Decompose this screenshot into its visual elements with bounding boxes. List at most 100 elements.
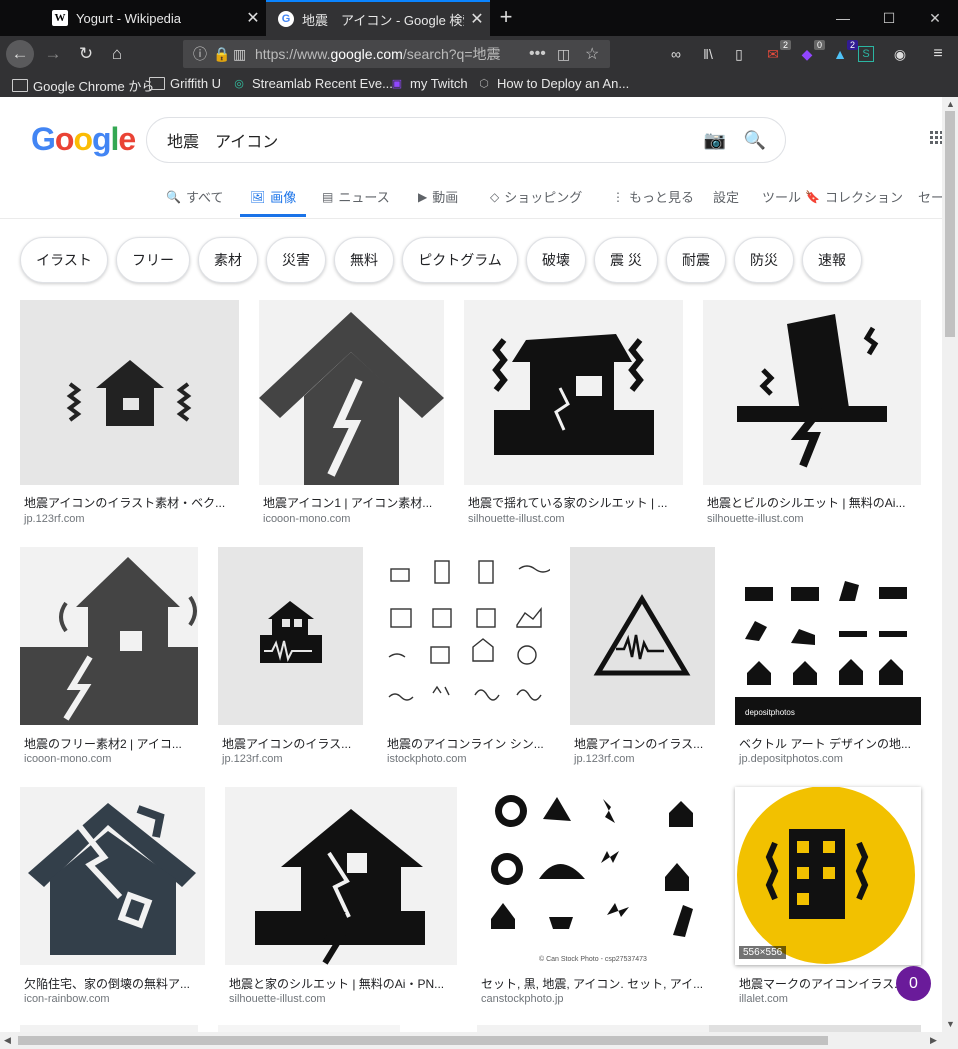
forward-icon[interactable]: →	[39, 40, 67, 68]
vertical-scrollbar[interactable]: ▲ ▼	[942, 97, 958, 1032]
search-icon[interactable]: 🔍	[743, 130, 767, 151]
house-crack-icon[interactable]	[20, 547, 198, 725]
tab-more[interactable]: ⋮ もっと見る	[612, 187, 694, 206]
chip-breaking-news[interactable]: 速報	[802, 237, 862, 283]
collections-link[interactable]: 🔖 コレクション	[805, 187, 903, 206]
chip-illust[interactable]: イラスト	[20, 237, 108, 283]
result-title[interactable]: 地震アイコン1 | アイコン素材...	[263, 494, 443, 511]
warning-triangle-icon[interactable]	[570, 547, 715, 725]
next-row-thumbnail[interactable]	[218, 1025, 400, 1032]
maximize-icon[interactable]: ☐	[866, 0, 912, 36]
apps-grid-icon[interactable]	[930, 131, 942, 147]
bookmark-folder-griffith[interactable]: Griffith U	[149, 76, 221, 91]
disaster-icons-grid[interactable]: depositphotos	[735, 547, 921, 725]
mail-extension-icon[interactable]: ✉ 2	[763, 40, 791, 64]
result-title[interactable]: 地震アイコンのイラス...	[222, 735, 362, 752]
url-text[interactable]: https://www.google.com/search?q=地震	[255, 44, 515, 64]
info-icon[interactable]: ⓘ	[193, 40, 207, 68]
bookmark-star-icon[interactable]: ☆	[585, 40, 599, 68]
account-icon[interactable]: ◉	[890, 44, 910, 64]
chip-pictogram[interactable]: ピクトグラム	[402, 237, 518, 283]
chip-quake-resistant[interactable]: 耐震	[666, 237, 726, 283]
bookmark-folder-chrome[interactable]: Google Chrome から	[12, 76, 154, 95]
result-title[interactable]: 地震のアイコンライン シン...	[387, 735, 549, 752]
close-window-icon[interactable]: ✕	[912, 0, 958, 36]
chip-disaster[interactable]: 災害	[266, 237, 326, 283]
scrollbar-thumb[interactable]	[945, 111, 955, 337]
tab-news[interactable]: ▤ ニュース	[322, 187, 390, 206]
tools-link[interactable]: ツール	[762, 187, 801, 206]
sidebar-icon[interactable]: ▯	[729, 44, 749, 64]
new-tab-icon[interactable]: +	[494, 6, 518, 30]
chip-free[interactable]: フリー	[116, 237, 190, 283]
private-mask-icon[interactable]: ∞	[666, 44, 686, 64]
result-title[interactable]: 欠陥住宅、家の倒壊の無料ア...	[24, 975, 204, 992]
tab-wikipedia[interactable]: W Yogurt - Wikipedia ✕	[40, 0, 266, 36]
close-tab-icon[interactable]: ✕	[464, 9, 490, 29]
chip-disaster-prevention[interactable]: 防災	[734, 237, 794, 283]
camera-icon[interactable]: 📷	[703, 130, 727, 151]
result-title[interactable]: 地震アイコンのイラス...	[574, 735, 714, 752]
result-title[interactable]: 地震で揺れている家のシルエット | ...	[468, 494, 680, 511]
page-actions-icon[interactable]: •••	[529, 40, 546, 68]
tab-google-search[interactable]: G 地震 アイコン - Google 検索 ✕	[266, 0, 490, 36]
chip-earthquake-disaster[interactable]: 震 災	[594, 237, 658, 283]
bookmark-deploy[interactable]: ⬡ How to Deploy an An...	[476, 76, 629, 91]
result-title[interactable]: セット, 黒, 地震, アイコン. セット, アイ...	[481, 975, 713, 992]
house-shaking-icon[interactable]	[20, 300, 239, 485]
horizontal-scrollbar[interactable]: ◀ ▶	[0, 1032, 958, 1049]
scroll-down-icon[interactable]: ▼	[946, 1019, 955, 1029]
tab-images[interactable]: 🖼 画像	[250, 187, 296, 206]
result-title[interactable]: 地震とビルのシルエット | 無料のAi...	[707, 494, 919, 511]
bookmark-twitch[interactable]: ▣ my Twitch	[389, 76, 468, 91]
chip-destruction[interactable]: 破壊	[526, 237, 586, 283]
result-title[interactable]: 地震と家のシルエット | 無料のAi・PN...	[229, 975, 455, 992]
bookmark-label: How to Deploy an An...	[497, 76, 630, 91]
s-extension-icon[interactable]: S	[858, 46, 874, 62]
next-row-thumbnail[interactable]	[20, 1025, 198, 1032]
chip-free-of-charge[interactable]: 無料	[334, 237, 394, 283]
ghost-extension-icon[interactable]: ▲ 2	[830, 40, 858, 64]
result-title[interactable]: 地震のフリー素材2 | アイコ...	[24, 735, 196, 752]
scroll-left-icon[interactable]: ◀	[4, 1035, 11, 1046]
search-input[interactable]: 地震 アイコン	[167, 128, 703, 152]
collapsed-house-icon[interactable]	[20, 787, 205, 965]
tab-videos[interactable]: ▶ 動画	[418, 187, 458, 206]
home-icon[interactable]: ⌂	[103, 40, 131, 68]
collections-fab[interactable]: 0	[896, 966, 931, 1001]
result-title[interactable]: ベクトル アート デザインの地...	[739, 735, 919, 752]
result-title[interactable]: 地震アイコンのイラスト素材・ベク...	[24, 494, 236, 511]
url-bar[interactable]: ⓘ 🔒 ▥ https://www.google.com/search?q=地震…	[183, 40, 610, 68]
tracking-protection-icon[interactable]: ▥	[233, 40, 246, 68]
safesearch-link[interactable]: セー	[918, 187, 942, 206]
chip-material[interactable]: 素材	[198, 237, 258, 283]
canstock-icons-grid[interactable]: © Can Stock Photo - csp27537473	[477, 787, 715, 965]
result-title[interactable]: 地震マークのアイコンイラス...	[739, 975, 901, 992]
scrollbar-thumb[interactable]	[18, 1036, 828, 1045]
scroll-right-icon[interactable]: ▶	[930, 1035, 937, 1046]
next-row-thumbnail[interactable]	[477, 1025, 715, 1032]
menu-icon[interactable]: ≡	[928, 44, 948, 64]
tab-all[interactable]: 🔍 すべて	[166, 187, 224, 206]
google-logo[interactable]: Google	[31, 121, 136, 158]
next-row-thumbnail[interactable]	[709, 1025, 921, 1032]
library-icon[interactable]: ‖\	[698, 44, 718, 64]
cracked-house-icon[interactable]	[259, 300, 444, 485]
settings-link[interactable]: 設定	[713, 187, 739, 206]
tab-shopping[interactable]: ◇ ショッピング	[490, 187, 582, 206]
building-quake-icon[interactable]	[703, 300, 921, 485]
reload-icon[interactable]: ↻	[72, 40, 100, 68]
seismic-house-icon[interactable]	[218, 547, 363, 725]
scroll-up-icon[interactable]: ▲	[946, 99, 955, 109]
house-split-icon[interactable]	[225, 787, 457, 965]
line-icons-grid[interactable]	[383, 547, 550, 725]
pocket-icon[interactable]: ◫	[557, 40, 570, 68]
minimize-icon[interactable]: —	[820, 0, 866, 36]
shaking-house-silhouette-icon[interactable]	[464, 300, 683, 485]
back-icon[interactable]: ←	[6, 40, 34, 68]
close-tab-icon[interactable]: ✕	[240, 8, 266, 28]
yellow-building-icon[interactable]: 556×556	[735, 787, 921, 965]
bookmark-streamlab[interactable]: ◎ Streamlab Recent Eve...	[231, 76, 393, 91]
twitch-extension-icon[interactable]: ◆ 0	[797, 40, 825, 64]
search-box[interactable]: 地震 アイコン 📷 🔍	[146, 117, 786, 163]
